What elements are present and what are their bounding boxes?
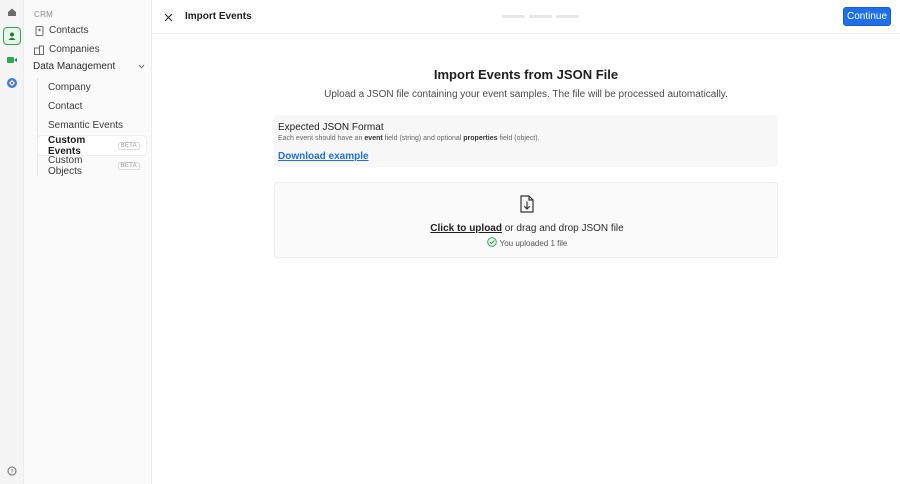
sidebar-item-contacts[interactable]: Contacts	[34, 25, 88, 36]
check-circle-icon	[486, 237, 497, 249]
format-description: Each event should have an event field (s…	[278, 135, 540, 142]
format-desc-event: event	[364, 135, 383, 142]
close-icon[interactable]	[162, 11, 174, 23]
sidebar-item-label: Companies	[49, 44, 100, 55]
help-icon[interactable]: ?	[3, 462, 21, 480]
sidebar-item-company[interactable]: Company	[38, 78, 146, 97]
building-icon	[34, 45, 44, 55]
crm-icon[interactable]	[3, 27, 21, 45]
upload-status-text: You uploaded 1 file	[499, 238, 568, 248]
import-subheading: Upload a JSON file containing your event…	[324, 89, 728, 100]
sidebar-item-companies[interactable]: Companies	[34, 44, 100, 55]
sidebar-item-contact[interactable]: Contact	[38, 97, 146, 116]
sidebar-item-custom-events[interactable]: Custom Events BETA	[38, 134, 146, 157]
contact-card-icon	[34, 25, 44, 36]
format-desc-prefix: Each event should have an	[278, 135, 363, 142]
step-indicator	[502, 15, 579, 18]
sidebar-item-label: Contact	[48, 101, 83, 112]
step-segment	[529, 15, 552, 18]
beta-badge: BETA	[117, 161, 140, 170]
format-desc-properties: properties	[463, 135, 498, 142]
file-drop-zone[interactable]: Click to upload or drag and drop JSON fi…	[274, 182, 778, 258]
page-title: Import Events	[185, 11, 252, 22]
video-icon[interactable]	[3, 51, 21, 69]
format-desc-mid: field (string) and optional	[384, 135, 462, 142]
format-title: Expected JSON Format	[278, 122, 384, 133]
upload-instruction: Click to upload or drag and drop JSON fi…	[275, 223, 779, 234]
data-management-subnav: Company Contact Semantic Events Custom E…	[37, 78, 147, 177]
icon-rail: ?	[0, 0, 24, 484]
click-to-upload-link[interactable]: Click to upload	[430, 223, 502, 234]
sidebar: CRM Contacts Companies Data Management C…	[24, 0, 152, 484]
chevron-down-icon	[138, 61, 145, 72]
sidebar-item-label: Custom Events	[48, 134, 86, 157]
import-heading: Import Events from JSON File	[433, 67, 619, 82]
main-content: Import Events Continue Import Events fro…	[152, 0, 900, 484]
download-example-link[interactable]: Download example	[278, 151, 369, 162]
beta-badge: BETA	[117, 141, 140, 150]
continue-button[interactable]: Continue	[843, 7, 891, 26]
sidebar-group-data-management[interactable]: Data Management	[33, 61, 145, 72]
file-download-icon	[519, 195, 535, 213]
hub-icon[interactable]	[3, 74, 21, 92]
drag-drop-text: or drag and drop JSON file	[504, 223, 624, 234]
format-desc-suffix: field (object).	[499, 135, 540, 142]
sidebar-item-label: Semantic Events	[48, 120, 124, 131]
sidebar-item-label: Custom Objects	[48, 154, 83, 177]
step-segment	[502, 15, 525, 18]
upload-status: You uploaded 1 file	[275, 237, 779, 249]
sidebar-item-label: Contacts	[49, 25, 89, 36]
svg-text:?: ?	[10, 468, 13, 475]
sidebar-item-custom-objects[interactable]: Custom Objects BETA	[38, 154, 146, 177]
sidebar-item-semantic-events[interactable]: Semantic Events	[38, 116, 146, 135]
sidebar-group-label: Data Management	[33, 61, 116, 72]
step-segment	[556, 15, 579, 18]
json-format-panel: Expected JSON Format Each event should h…	[274, 115, 778, 167]
home-icon[interactable]	[3, 3, 21, 21]
section-label-crm: CRM	[34, 10, 54, 19]
sidebar-item-label: Company	[48, 82, 91, 93]
top-bar: Import Events Continue	[152, 0, 900, 34]
